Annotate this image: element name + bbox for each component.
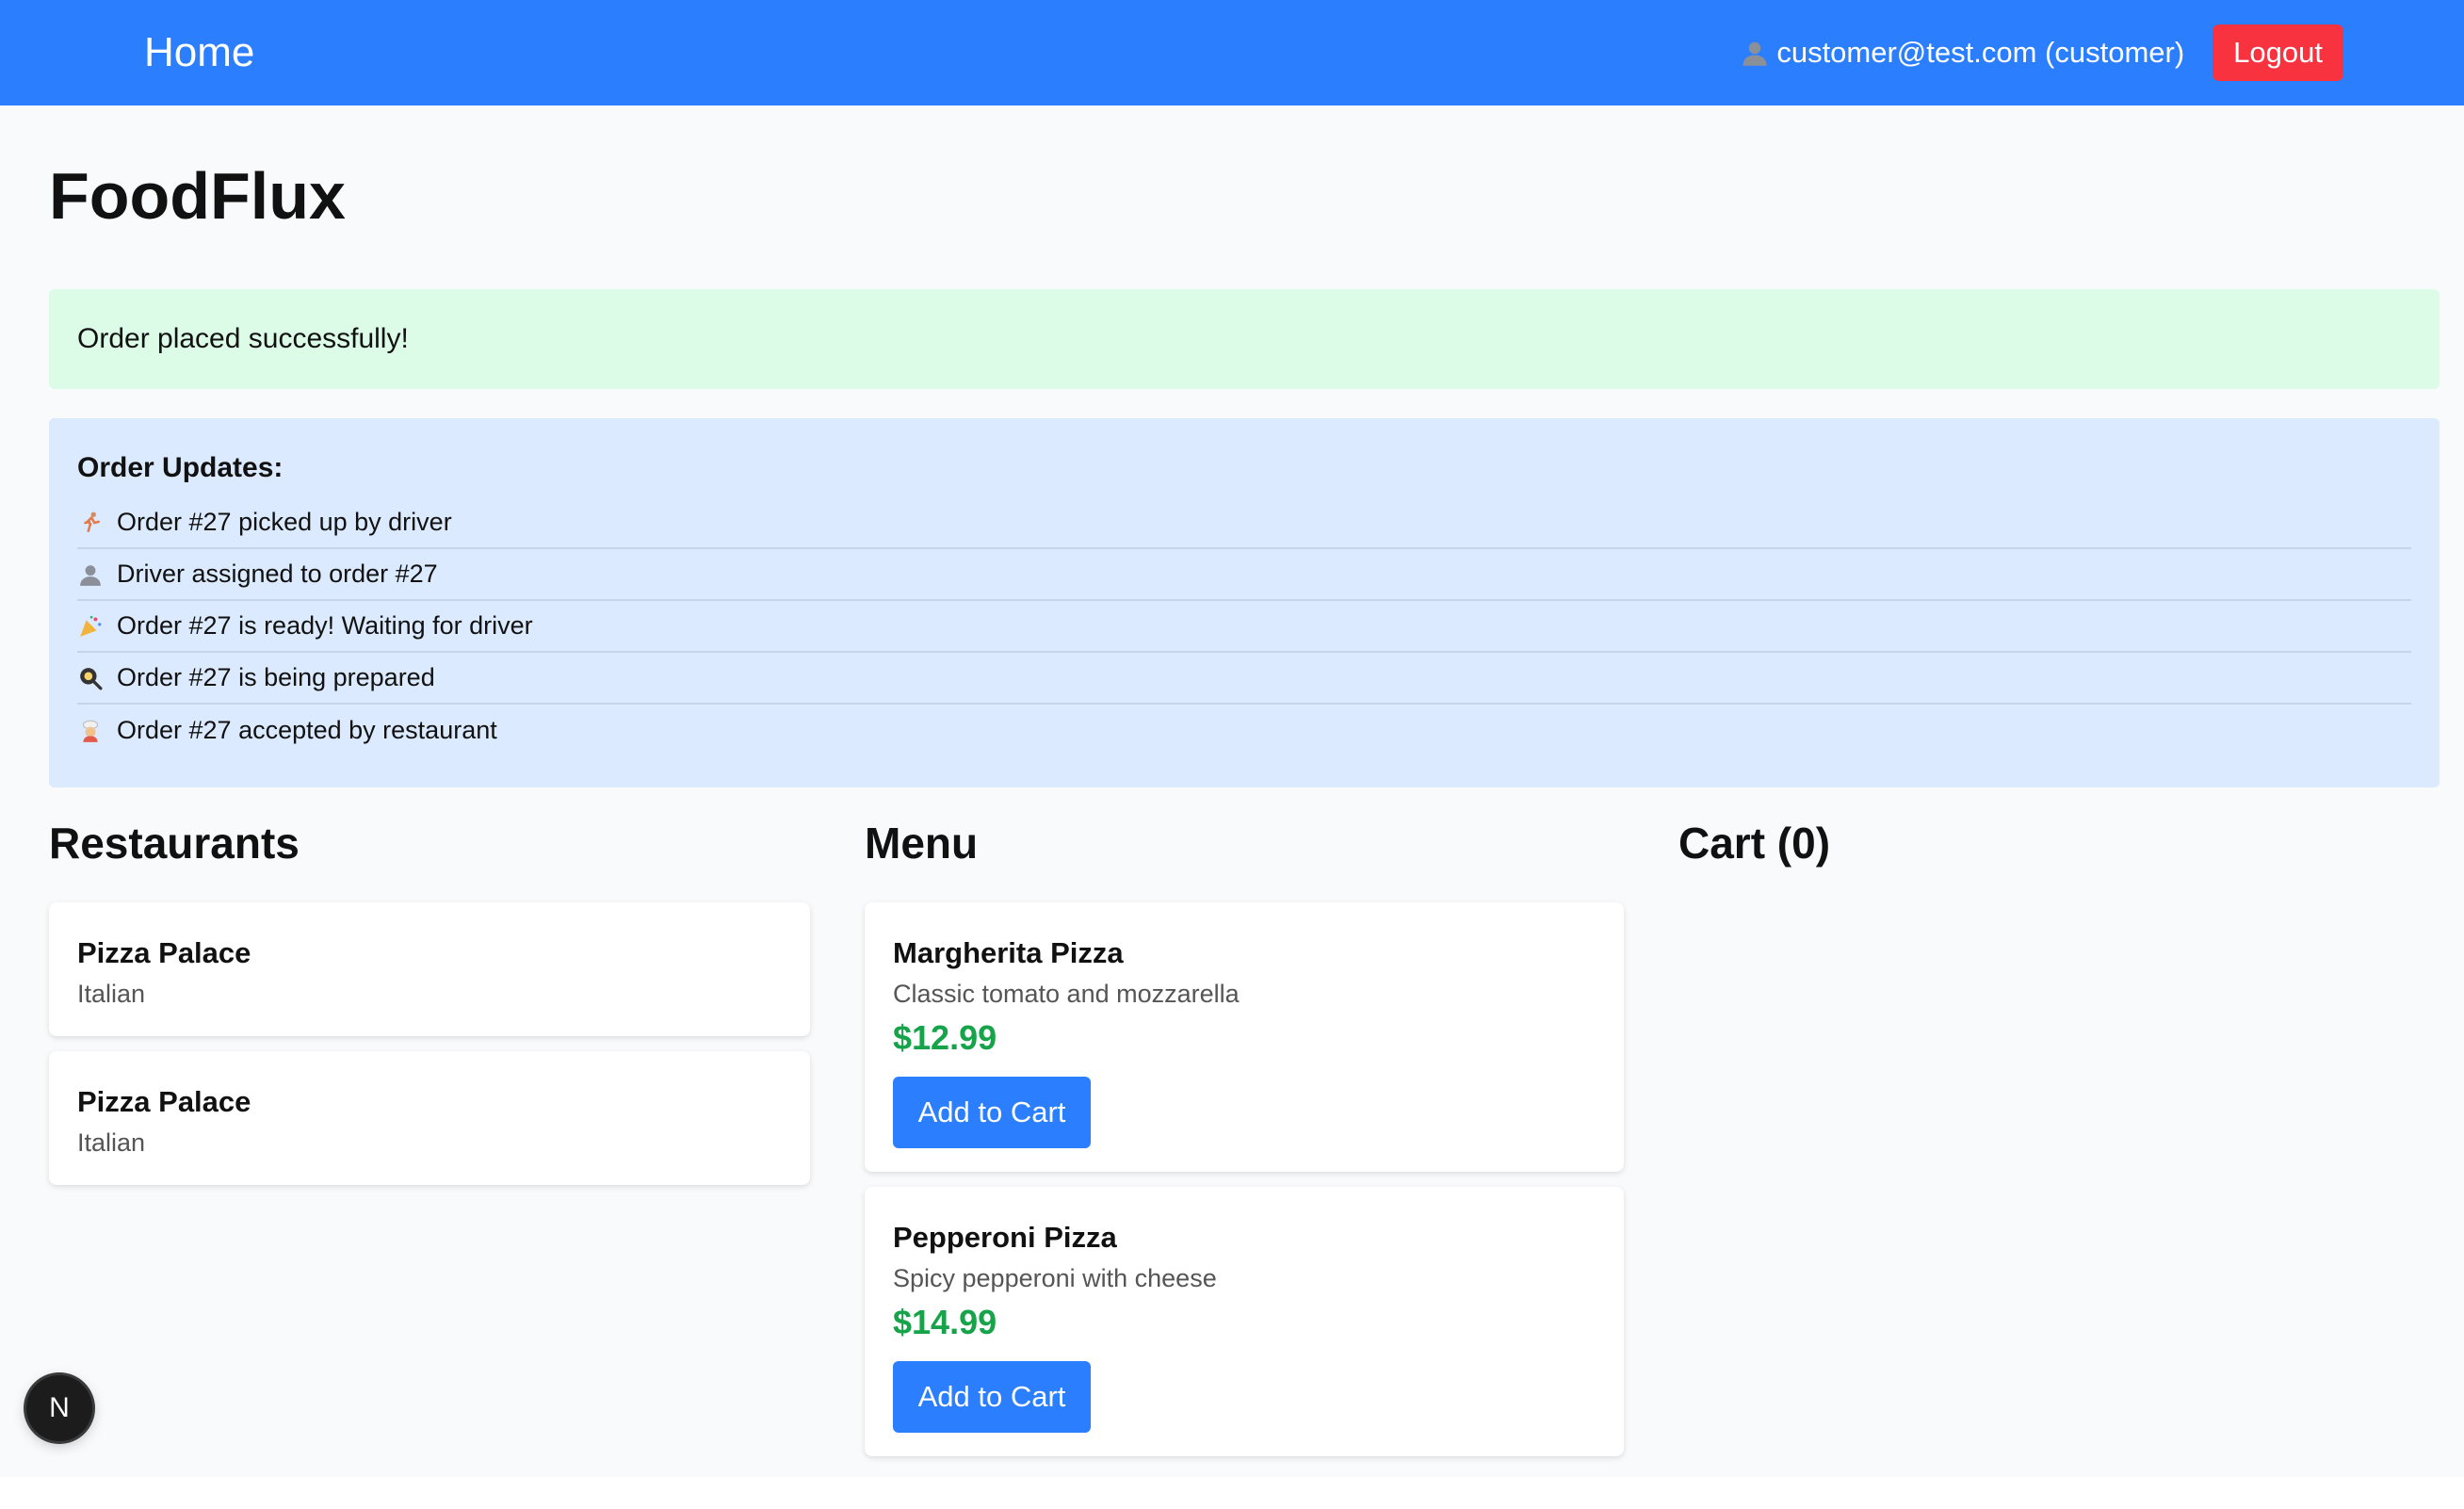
update-text: Order #27 accepted by restaurant (117, 716, 497, 744)
update-text: Order #27 is ready! Waiting for driver (117, 611, 533, 640)
order-updates-panel: Order Updates: Order #27 picked up by dr… (49, 418, 2440, 787)
menu-item-description: Classic tomato and mozzarella (893, 980, 1240, 1008)
running-person-icon (77, 510, 104, 536)
home-link[interactable]: Home (144, 29, 254, 76)
menu-item-name: Pepperoni Pizza (893, 1221, 1117, 1254)
cook-icon (77, 718, 104, 744)
order-updates-title: Order Updates: (77, 452, 284, 483)
success-alert: Order placed successfully! (49, 289, 2440, 389)
party-popper-icon (77, 613, 104, 640)
top-navbar: Home customer@test.com (customer) Logout (0, 0, 2464, 105)
user-info: customer@test.com (customer) (1741, 36, 2184, 70)
menu-item-description: Spicy pepperoni with cheese (893, 1264, 1217, 1292)
update-item: Order #27 accepted by restaurant (77, 705, 2411, 756)
menu-item-card: Margherita Pizza Classic tomato and mozz… (865, 902, 1624, 1172)
update-item: Order #27 picked up by driver (77, 497, 2411, 549)
add-to-cart-button[interactable]: Add to Cart (893, 1361, 1091, 1433)
restaurant-card[interactable]: Pizza Palace Italian (49, 902, 810, 1036)
dev-tools-badge[interactable]: N (26, 1375, 92, 1441)
restaurant-cuisine: Italian (77, 1128, 146, 1157)
menu-item-price: $12.99 (893, 1018, 997, 1057)
page-title: FoodFlux (49, 159, 346, 233)
bottom-strip (0, 1477, 2464, 1509)
menu-item-price: $14.99 (893, 1303, 997, 1341)
cart-title: Cart (0) (1678, 819, 1831, 868)
logout-button[interactable]: Logout (2213, 24, 2343, 81)
update-item: Driver assigned to order #27 (77, 549, 2411, 601)
menu-item-card: Pepperoni Pizza Spicy pepperoni with che… (865, 1187, 1624, 1456)
restaurants-title: Restaurants (49, 819, 300, 868)
update-text: Order #27 is being prepared (117, 663, 435, 691)
menu-title: Menu (865, 819, 979, 868)
restaurant-cuisine: Italian (77, 980, 146, 1008)
update-item: Order #27 is ready! Waiting for driver (77, 601, 2411, 653)
add-to-cart-button[interactable]: Add to Cart (893, 1077, 1091, 1148)
person-icon (77, 561, 104, 588)
restaurant-name: Pizza Palace (77, 1085, 251, 1118)
update-text: Order #27 picked up by driver (117, 508, 452, 536)
user-icon (1741, 39, 1769, 67)
nav-right: customer@test.com (customer) Logout (1741, 24, 2343, 81)
update-text: Driver assigned to order #27 (117, 560, 438, 588)
restaurant-name: Pizza Palace (77, 936, 251, 969)
restaurant-card[interactable]: Pizza Palace Italian (49, 1051, 810, 1185)
user-email-label: customer@test.com (customer) (1776, 36, 2185, 69)
update-item: Order #27 is being prepared (77, 653, 2411, 705)
frying-pan-icon (77, 665, 104, 691)
success-alert-text: Order placed successfully! (77, 323, 409, 354)
menu-item-name: Margherita Pizza (893, 936, 1124, 969)
